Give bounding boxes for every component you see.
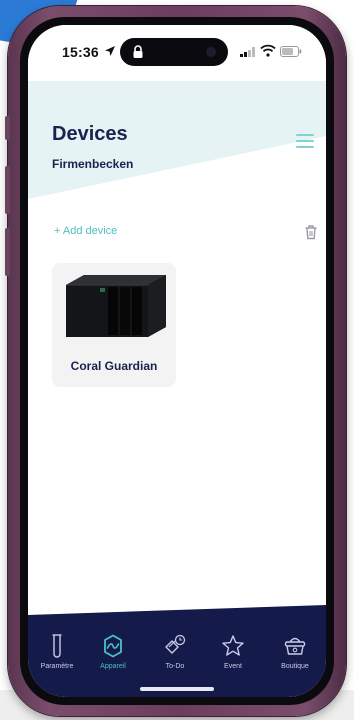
test-tube-icon bbox=[52, 634, 62, 658]
app-screen: 15:36 Devices Firmenbecken + Add device … bbox=[28, 25, 326, 697]
trash-icon[interactable] bbox=[304, 224, 318, 240]
battery-icon bbox=[280, 46, 302, 57]
location-arrow-icon bbox=[105, 46, 115, 56]
tab-label: To-Do bbox=[165, 663, 185, 670]
camera-dot bbox=[206, 47, 216, 57]
tab-todo[interactable]: To-Do bbox=[146, 633, 204, 670]
shopping-basket-icon bbox=[284, 637, 306, 655]
tab-parametre[interactable]: Paramètre bbox=[28, 633, 86, 670]
tab-label: Appareil bbox=[100, 663, 126, 670]
tab-label: Paramètre bbox=[40, 663, 74, 670]
cellular-signal-icon bbox=[240, 47, 255, 57]
bottom-tab-bar: Paramètre Appareil To-Do Event Boutique bbox=[28, 605, 326, 697]
dynamic-island bbox=[120, 38, 228, 66]
phone-bezel: 15:36 Devices Firmenbecken + Add device … bbox=[20, 17, 334, 705]
lock-icon bbox=[133, 45, 143, 58]
home-indicator[interactable] bbox=[140, 687, 214, 691]
tab-appareil[interactable]: Appareil bbox=[84, 633, 142, 670]
tab-event[interactable]: Event bbox=[204, 633, 262, 670]
tab-boutique[interactable]: Boutique bbox=[266, 633, 324, 670]
hamburger-menu-icon[interactable] bbox=[296, 134, 314, 148]
todo-icon bbox=[165, 634, 186, 654]
volume-up-button bbox=[5, 166, 10, 214]
device-card[interactable]: Coral Guardian bbox=[52, 263, 176, 387]
page-title: Devices bbox=[52, 123, 128, 145]
status-time: 15:36 bbox=[62, 44, 99, 60]
tab-label: Boutique bbox=[281, 663, 309, 670]
volume-down-button bbox=[5, 228, 10, 276]
wifi-icon bbox=[260, 44, 276, 57]
star-icon bbox=[222, 635, 244, 656]
status-bar: 15:36 bbox=[28, 25, 326, 81]
add-device-link[interactable]: + Add device bbox=[54, 225, 117, 237]
device-icon bbox=[104, 634, 122, 658]
device-name: Coral Guardian bbox=[70, 359, 158, 373]
action-button bbox=[5, 116, 10, 140]
phone-frame: 15:36 Devices Firmenbecken + Add device … bbox=[5, 6, 346, 716]
tab-label: Event bbox=[224, 663, 242, 670]
page-header: Devices Firmenbecken bbox=[28, 81, 326, 201]
device-image bbox=[66, 275, 166, 337]
aquarium-name: Firmenbecken bbox=[52, 157, 134, 171]
